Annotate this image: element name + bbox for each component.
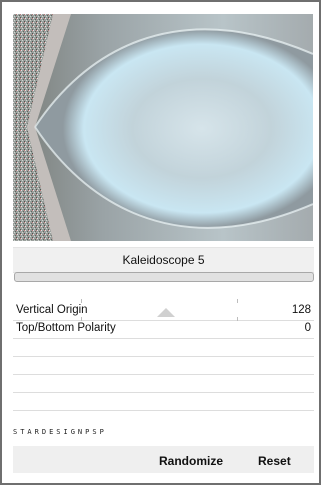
- progress-bar: [14, 272, 314, 282]
- param-value: 0: [304, 322, 311, 334]
- divider: [13, 338, 314, 339]
- filter-title-bar: Kaleidoscope 5: [13, 247, 314, 273]
- divider: [13, 410, 314, 411]
- param-value: 128: [291, 304, 311, 316]
- scale-tick: [237, 317, 238, 321]
- slider-thumb[interactable]: [157, 308, 175, 317]
- scale-tick: [237, 299, 238, 303]
- button-bar: Randomize Reset: [13, 446, 314, 473]
- filter-name: Kaleidoscope 5: [122, 253, 205, 267]
- randomize-button[interactable]: Randomize: [159, 446, 223, 473]
- scale-tick: [81, 299, 82, 303]
- preview-image: [13, 14, 313, 241]
- divider: [13, 392, 314, 393]
- param-label: Vertical Origin: [16, 304, 88, 316]
- reset-button[interactable]: Reset: [258, 446, 291, 473]
- divider: [13, 356, 314, 357]
- param-row-top-bottom-polarity[interactable]: Top/Bottom Polarity 0: [13, 320, 314, 337]
- divider: [13, 374, 314, 375]
- watermark-signature: STARDESIGNPSP: [13, 428, 107, 436]
- filter-dialog: Kaleidoscope 5 Vertical Origin 128 Top/B…: [0, 0, 321, 485]
- scale-tick: [81, 317, 82, 321]
- param-label: Top/Bottom Polarity: [16, 322, 116, 334]
